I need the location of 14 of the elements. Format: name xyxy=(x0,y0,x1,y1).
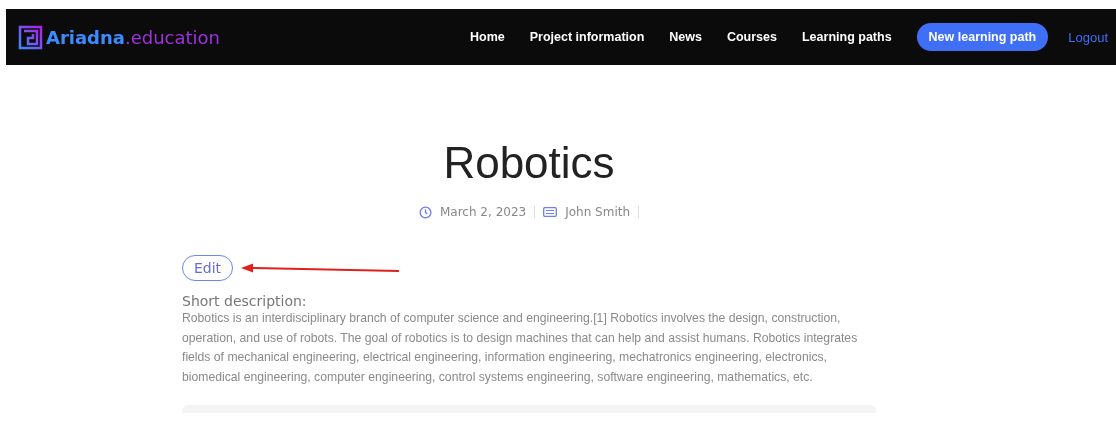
page-title: Robotics xyxy=(442,137,616,189)
nav-link[interactable]: Home xyxy=(469,30,505,44)
nav-link[interactable]: Project information xyxy=(529,30,645,44)
logout-link[interactable]: Logout xyxy=(1068,29,1108,45)
section-heading: Short description: xyxy=(182,293,308,309)
nav-link[interactable]: News xyxy=(669,30,702,44)
post-date: March 2, 2023 xyxy=(439,205,527,219)
author-name: John Smith xyxy=(565,205,631,219)
nav-link[interactable]: Courses xyxy=(726,30,777,44)
description-text: Robotics is an interdisciplinary branch of computer science and engineering.[1] Robotics involves the design, construction, operation, and use of robots. The goal of robotics is to design machines that can help and assist humans. Robotics integrates fields of mechanical engineering, electrical engineering, information engineering, mechatronics engineering, electronics, biomedical engineering, computer engineering, control systems engineering, software engineering, mathematics, etc. xyxy=(182,310,859,386)
new-learning-path-button[interactable]: New learning path xyxy=(916,23,1049,51)
nav-link[interactable]: Learning paths xyxy=(802,30,892,44)
edit-button[interactable]: Edit xyxy=(182,255,234,281)
logo-text[interactable]: Ariadna.education xyxy=(46,26,221,48)
